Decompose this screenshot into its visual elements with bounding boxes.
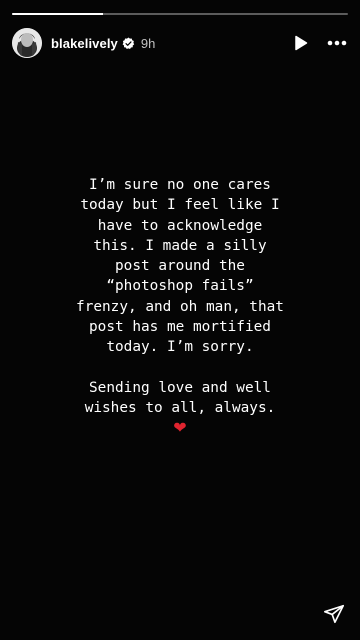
story-text-line: “photoshop fails” (106, 278, 254, 295)
story-progress-bar (12, 13, 348, 15)
story-text-line: post has me mortified (89, 319, 271, 336)
story-text-line: this. I made a silly (93, 237, 267, 254)
story-text-line: frenzy, and oh man, that (76, 298, 284, 315)
story-text: I’m sure no one cares today but I feel l… (0, 175, 360, 438)
send-icon[interactable] (322, 602, 346, 626)
verified-badge-icon (122, 37, 135, 50)
story-text-line: today. I’m sorry. (106, 339, 254, 356)
story-text-line: post around the (115, 258, 245, 275)
post-timestamp: 9h (140, 35, 156, 51)
story-view[interactable]: blakelively 9h I’m sure no one cares tod… (0, 0, 360, 640)
play-icon[interactable] (290, 32, 312, 54)
username[interactable]: blakelively (51, 36, 118, 51)
story-header: blakelively 9h (12, 28, 348, 58)
story-closing-line: Sending love and well (89, 379, 271, 396)
story-text-line: today but I feel like I (80, 197, 280, 214)
header-actions (290, 32, 348, 54)
story-text-line: I’m sure no one cares (89, 177, 271, 193)
story-closing-line: wishes to all, always. (84, 399, 276, 416)
heart-emoji: ❤ (173, 418, 187, 438)
story-progress-fill (12, 13, 103, 15)
avatar[interactable] (12, 28, 42, 58)
more-icon[interactable] (326, 32, 348, 54)
story-text-line: have to acknowledge (97, 217, 263, 234)
